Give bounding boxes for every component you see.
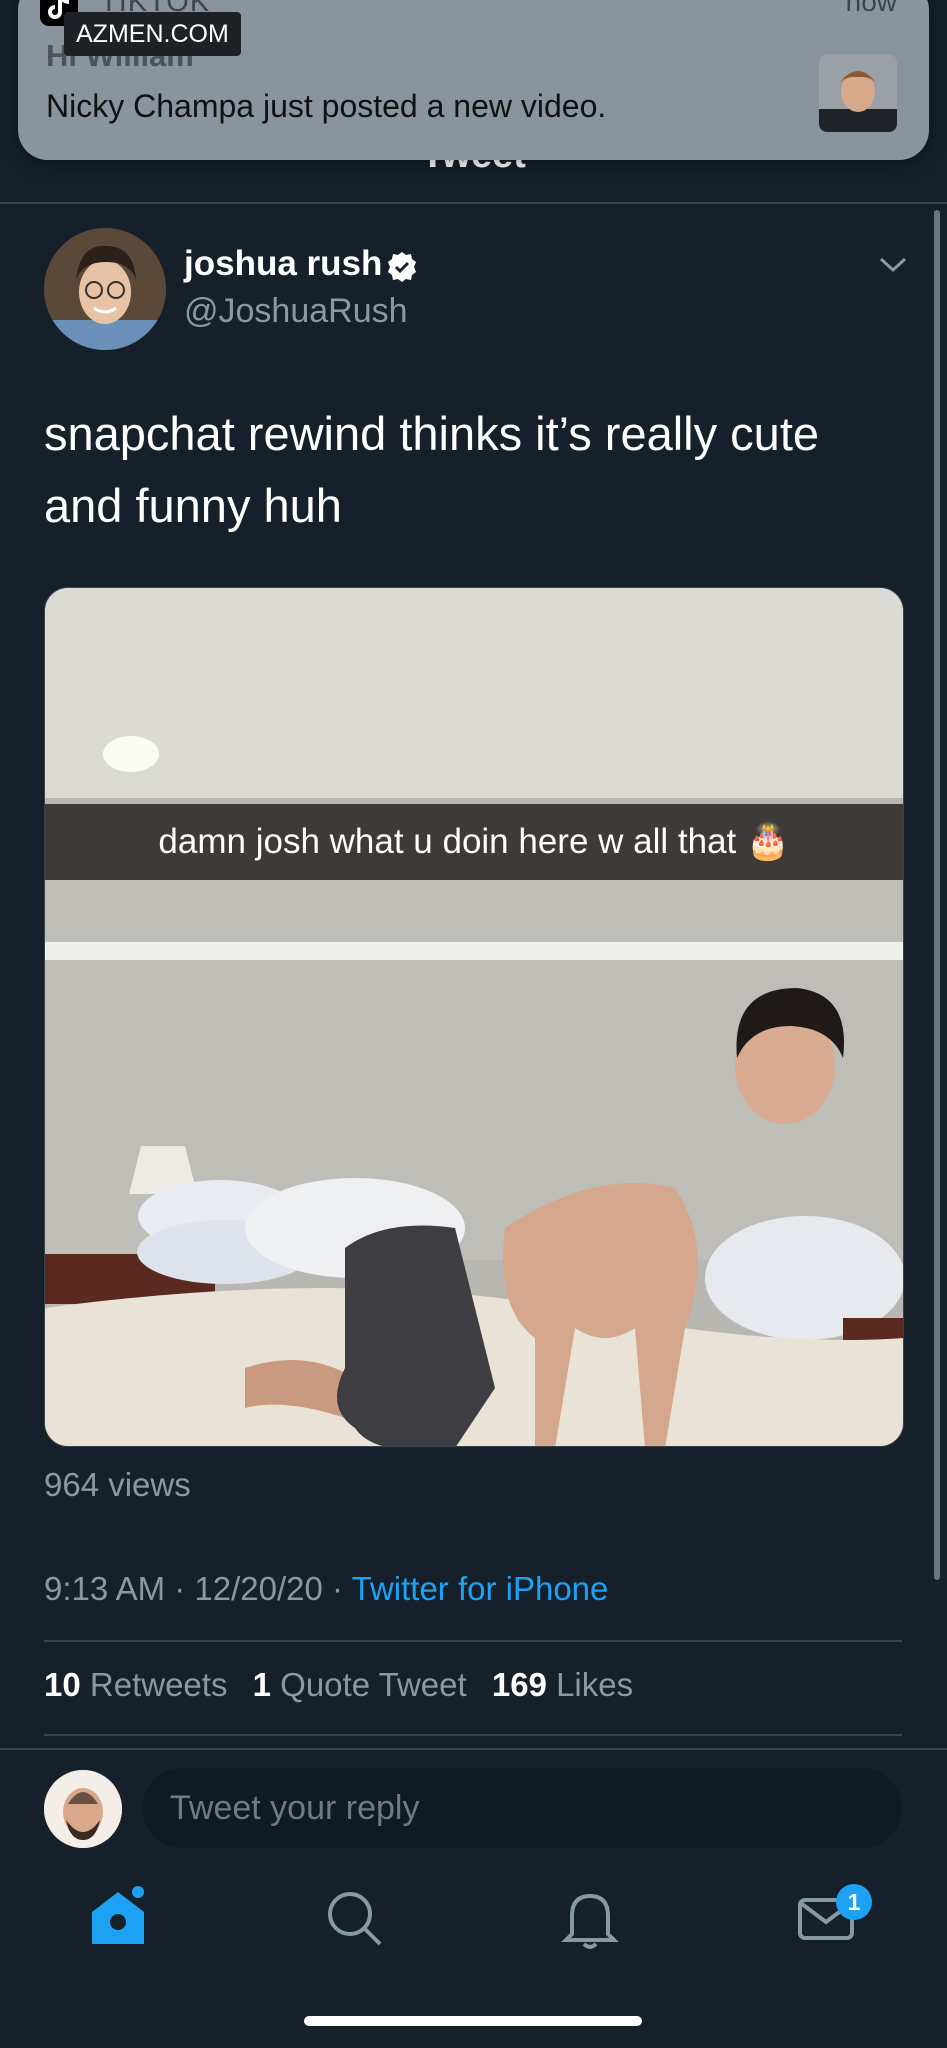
notification-thumbnail — [819, 54, 897, 132]
likes-label: Likes — [556, 1666, 634, 1703]
tweet-media[interactable]: damn josh what u doin here w all that 🎂 — [44, 587, 904, 1447]
quotes-label: Quote Tweet — [280, 1666, 467, 1703]
quotes-count: 1 — [252, 1666, 271, 1703]
user-avatar[interactable] — [44, 1770, 122, 1848]
tweet-source-link[interactable]: Twitter for iPhone — [352, 1570, 609, 1607]
watermark: AZMEN.COM — [64, 12, 241, 56]
divider — [44, 1734, 902, 1736]
notification-time: now — [845, 0, 897, 17]
quote-tweets-stat[interactable]: 1 Quote Tweet — [253, 1666, 467, 1703]
home-indicator[interactable] — [304, 2016, 642, 2026]
likes-stat[interactable]: 169 Likes — [492, 1666, 633, 1703]
scrollbar[interactable] — [934, 210, 940, 1580]
notification-body: Nicky Champa just posted a new video. — [46, 88, 607, 124]
media-caption: damn josh what u doin here w all that 🎂 — [45, 804, 903, 880]
reply-input[interactable] — [142, 1768, 902, 1848]
chevron-down-icon[interactable] — [876, 254, 910, 276]
meta-separator: · — [165, 1570, 195, 1607]
messages-badge: 1 — [836, 1884, 872, 1920]
tweet-time: 9:13 AM — [44, 1570, 166, 1607]
bell-icon[interactable] — [554, 1882, 626, 1954]
tweet-stats: 10 Retweets 1 Quote Tweet 169 Likes — [44, 1666, 649, 1704]
author-handle[interactable]: @JoshuaRush — [184, 292, 408, 331]
media-image — [45, 588, 903, 1446]
tweet-text: snapchat rewind thinks it’s really cute … — [44, 407, 820, 532]
author-avatar[interactable] — [44, 228, 166, 350]
meta-separator: · — [322, 1570, 352, 1607]
home-icon[interactable] — [82, 1882, 154, 1954]
divider — [44, 1640, 902, 1642]
verified-badge-icon — [388, 252, 416, 282]
likes-count: 169 — [491, 1666, 547, 1703]
retweets-count: 10 — [44, 1666, 81, 1703]
search-icon[interactable] — [318, 1882, 390, 1954]
tweet-meta: 9:13 AM · 12/20/20 · Twitter for iPhone — [44, 1570, 608, 1608]
retweets-stat[interactable]: 10 Retweets — [44, 1666, 227, 1703]
author-name[interactable]: joshua rush — [184, 244, 382, 284]
tweet-date: 12/20/20 — [194, 1570, 323, 1607]
view-count: 964 views — [44, 1466, 191, 1503]
notification-banner[interactable]: TIKTOK now Hi William Nicky Champa just … — [18, 0, 929, 160]
reply-divider — [0, 1748, 947, 1750]
retweets-label: Retweets — [89, 1666, 228, 1703]
